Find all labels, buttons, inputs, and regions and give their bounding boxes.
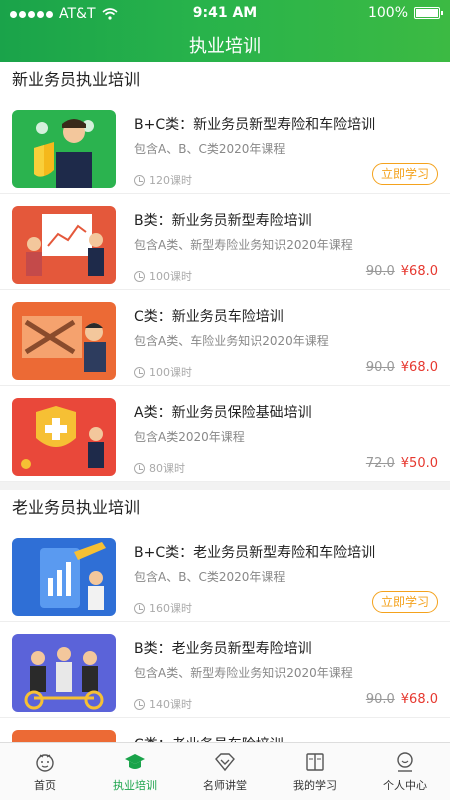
course-subtitle: 包含A类2020年课程 xyxy=(134,430,245,444)
course-hours: 80课时 xyxy=(134,460,185,476)
course-hours: 100课时 xyxy=(134,364,192,380)
course-list[interactable]: 新业务员执业培训 B+C类：新业务员新型寿险和车险培训 包含A、B、C类2020… xyxy=(0,62,450,742)
start-study-button[interactable]: 立即学习 xyxy=(371,163,438,185)
hours-label: 120课时 xyxy=(149,174,192,187)
course-item[interactable]: B+C类：老业务员新型寿险和车险培训 包含A、B、C类2020年课程 160课时… xyxy=(0,526,450,622)
clock-icon xyxy=(134,698,145,710)
section-new-agents: 新业务员执业培训 B+C类：新业务员新型寿险和车险培训 包含A、B、C类2020… xyxy=(0,62,450,482)
app-header: AT&T 9:41 AM 100% 执业培训 xyxy=(0,0,450,62)
clock-icon xyxy=(134,366,145,378)
course-item[interactable]: C类：老业务员车险培训 xyxy=(0,718,450,742)
sale-price: ¥68.0 xyxy=(400,264,438,279)
section-title: 新业务员执业培训 xyxy=(12,70,141,89)
tab-label: 执业培训 xyxy=(113,778,157,792)
bottom-tab-bar: 首页 执业培训 名师讲堂 我的学习 个人中心 xyxy=(0,742,450,800)
course-price: 90.0 ¥68.0 xyxy=(366,264,438,279)
tab-profile[interactable]: 个人中心 xyxy=(360,743,450,800)
clock-icon xyxy=(134,174,145,186)
tab-label: 我的学习 xyxy=(293,778,337,792)
course-hours: 120课时 xyxy=(134,172,192,188)
tab-label: 名师讲堂 xyxy=(203,778,247,792)
course-subtitle: 包含A类、车险业务知识2020年课程 xyxy=(134,334,329,348)
original-price: 90.0 xyxy=(365,264,395,279)
course-title: B+C类：老业务员新型寿险和车险培训 xyxy=(134,545,376,561)
hours-label: 160课时 xyxy=(149,602,192,615)
sale-price: ¥50.0 xyxy=(400,456,438,471)
clock-icon xyxy=(134,270,145,282)
tab-label: 个人中心 xyxy=(383,778,427,792)
course-subtitle: 包含A、B、C类2020年课程 xyxy=(134,142,286,156)
hours-label: 100课时 xyxy=(149,270,192,283)
course-thumbnail xyxy=(12,398,116,476)
battery-info: 100% xyxy=(367,5,443,21)
course-thumbnail xyxy=(12,730,116,742)
course-price: 72.0 ¥50.0 xyxy=(366,456,438,471)
tab-home[interactable]: 首页 xyxy=(0,743,90,800)
sale-price: ¥68.0 xyxy=(400,360,438,375)
course-title: B类：老业务员新型寿险培训 xyxy=(134,641,312,657)
hours-label: 100课时 xyxy=(149,366,192,379)
section-senior-agents: 老业务员执业培训 B+C类：老业务员新型寿险和车险培训 包含A、B、C类2020… xyxy=(0,490,450,742)
original-price: 90.0 xyxy=(365,360,395,375)
course-price: 90.0 ¥68.0 xyxy=(366,360,438,375)
course-thumbnail xyxy=(12,538,116,616)
battery-percent: 100% xyxy=(367,5,408,21)
training-icon xyxy=(125,753,145,769)
sale-price: ¥68.0 xyxy=(400,692,438,707)
page-title: 执业培训 xyxy=(189,36,261,57)
original-price: 90.0 xyxy=(365,692,395,707)
course-thumbnail xyxy=(12,206,116,284)
start-study-button[interactable]: 立即学习 xyxy=(371,591,438,613)
hours-label: 80课时 xyxy=(149,462,185,475)
course-subtitle: 包含A类、新型寿险业务知识2020年课程 xyxy=(134,666,353,680)
course-item[interactable]: A类：新业务员保险基础培训 包含A类2020年课程 80课时 72.0 ¥50.0 xyxy=(0,386,450,482)
clock-icon xyxy=(134,462,145,474)
course-hours: 160课时 xyxy=(134,600,192,616)
course-thumbnail xyxy=(12,302,116,380)
course-subtitle: 包含A、B、C类2020年课程 xyxy=(134,570,286,584)
section-title: 老业务员执业培训 xyxy=(12,498,141,517)
book-icon xyxy=(306,752,324,771)
hours-label: 140课时 xyxy=(149,698,192,711)
battery-icon xyxy=(414,7,443,19)
course-hours: 140课时 xyxy=(134,696,192,712)
course-title: C类：新业务员车险培训 xyxy=(134,309,284,325)
course-item[interactable]: C类：新业务员车险培训 包含A类、车险业务知识2020年课程 100课时 90.… xyxy=(0,290,450,386)
course-thumbnail xyxy=(12,634,116,712)
tab-label: 首页 xyxy=(34,778,56,792)
original-price: 72.0 xyxy=(365,456,395,471)
course-item[interactable]: B类：老业务员新型寿险培训 包含A类、新型寿险业务知识2020年课程 140课时… xyxy=(0,622,450,718)
course-item[interactable]: B+C类：新业务员新型寿险和车险培训 包含A、B、C类2020年课程 120课时… xyxy=(0,98,450,194)
course-subtitle: 包含A类、新型寿险业务知识2020年课程 xyxy=(134,238,353,252)
course-price: 90.0 ¥68.0 xyxy=(366,692,438,707)
course-title: B类：新业务员新型寿险培训 xyxy=(134,213,312,229)
course-hours: 100课时 xyxy=(134,268,192,284)
tab-lecture[interactable]: 名师讲堂 xyxy=(180,743,270,800)
tab-my-study[interactable]: 我的学习 xyxy=(270,743,360,800)
course-title: B+C类：新业务员新型寿险和车险培训 xyxy=(134,117,376,133)
home-icon xyxy=(36,753,54,772)
course-item[interactable]: B类：新业务员新型寿险培训 包含A类、新型寿险业务知识2020年课程 100课时… xyxy=(0,194,450,290)
course-thumbnail xyxy=(12,110,116,188)
course-title: A类：新业务员保险基础培训 xyxy=(134,405,312,421)
tab-training[interactable]: 执业培训 xyxy=(90,743,180,800)
clock-icon xyxy=(134,602,145,614)
course-title: C类：老业务员车险培训 xyxy=(134,734,284,742)
status-bar: AT&T 9:41 AM 100% xyxy=(0,0,450,28)
lecture-icon xyxy=(215,752,235,771)
profile-icon xyxy=(397,751,413,772)
